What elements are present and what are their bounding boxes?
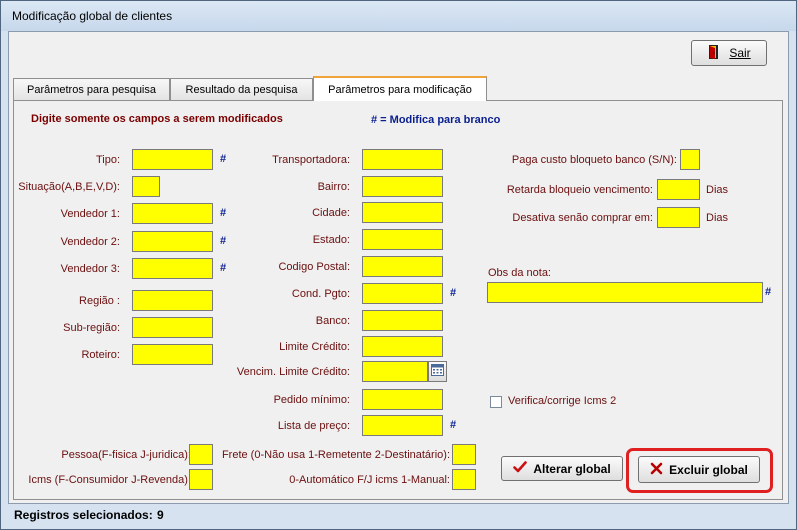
subregiao-label: Sub-região: bbox=[63, 322, 120, 334]
desativa-field[interactable] bbox=[657, 207, 700, 228]
bairro-field[interactable] bbox=[362, 176, 443, 197]
paga-custo-field[interactable] bbox=[680, 149, 700, 170]
transportadora-label: Transportadora: bbox=[272, 154, 350, 166]
pessoa-label: Pessoa(F-fisica J-juridica): bbox=[61, 449, 191, 461]
frete-field[interactable] bbox=[452, 444, 476, 465]
alterar-global-button[interactable]: Alterar global bbox=[501, 456, 623, 481]
obs-nota-field[interactable] bbox=[487, 282, 763, 303]
automatico-field[interactable] bbox=[452, 469, 476, 490]
vendedor2-label: Vendedor 2: bbox=[60, 236, 120, 248]
cond-pgto-field[interactable] bbox=[362, 283, 443, 304]
retarda-dias-label: Dias bbox=[706, 184, 729, 196]
tab-parametros-pesquisa[interactable]: Parâmetros para pesquisa bbox=[13, 78, 170, 100]
pedido-minimo-label: Pedido mínimo: bbox=[273, 394, 350, 406]
excluir-global-label: Excluir global bbox=[669, 462, 748, 477]
cidade-label: Cidade: bbox=[312, 207, 350, 219]
tab-label: Parâmetros para pesquisa bbox=[26, 83, 156, 96]
retarda-field[interactable] bbox=[657, 179, 700, 200]
x-delete-icon bbox=[650, 462, 663, 478]
obs-nota-label: Obs da nota: bbox=[488, 267, 551, 279]
registros-count: 9 bbox=[157, 508, 164, 522]
desativa-label: Desativa senão comprar em: bbox=[512, 212, 653, 224]
frete-label: Frete (0-Não usa 1-Remetente 2-Destinatá… bbox=[221, 449, 450, 461]
automatico-label: 0-Automático F/J icms 1-Manual: bbox=[289, 474, 450, 486]
cond-pgto-hash: # bbox=[450, 287, 457, 299]
subregiao-field[interactable] bbox=[132, 317, 213, 338]
door-exit-icon bbox=[707, 44, 723, 63]
tipo-hash: # bbox=[220, 153, 227, 165]
verifica-icms-label: Verifica/corrige Icms 2 bbox=[508, 395, 617, 407]
registros-label: Registros selecionados: bbox=[14, 508, 153, 522]
tab-label: Resultado da pesquisa bbox=[185, 83, 298, 96]
date-picker-button[interactable] bbox=[428, 361, 447, 382]
vendedor3-hash: # bbox=[220, 262, 227, 274]
title-bar: Modificação global de clientes bbox=[1, 1, 796, 31]
vendedor1-field[interactable] bbox=[132, 203, 213, 224]
estado-label: Estado: bbox=[312, 234, 350, 246]
tab-parametros-modificacao[interactable]: Parâmetros para modificação bbox=[313, 76, 487, 101]
hash-legend: # = Modifica para branco bbox=[371, 114, 501, 126]
vendedor2-field[interactable] bbox=[132, 231, 213, 252]
regiao-label: Região : bbox=[79, 295, 120, 307]
excluir-global-button[interactable]: Excluir global bbox=[638, 456, 760, 483]
roteiro-field[interactable] bbox=[132, 344, 213, 365]
situacao-label: Situação(A,B,E,V,D): bbox=[18, 181, 120, 193]
lista-preco-hash: # bbox=[450, 419, 457, 431]
banco-label: Banco: bbox=[315, 315, 350, 327]
status-bar: Registros selecionados: 9 bbox=[8, 505, 789, 525]
pedido-minimo-field[interactable] bbox=[362, 389, 443, 410]
transportadora-field[interactable] bbox=[362, 149, 443, 170]
vendedor2-hash: # bbox=[220, 235, 227, 247]
codigo-postal-field[interactable] bbox=[362, 256, 443, 277]
lista-preco-label: Lista de preço: bbox=[277, 420, 350, 432]
tipo-label: Tipo: bbox=[95, 154, 120, 166]
limite-credito-label: Limite Crédito: bbox=[279, 341, 350, 353]
check-icon bbox=[513, 460, 528, 477]
exit-button-label: Sair bbox=[729, 46, 751, 60]
regiao-field[interactable] bbox=[132, 290, 213, 311]
vendedor1-hash: # bbox=[220, 207, 227, 219]
vencim-limite-label: Vencim. Limite Crédito: bbox=[236, 366, 350, 378]
exit-button[interactable]: Sair bbox=[691, 40, 767, 66]
pessoa-field[interactable] bbox=[189, 444, 213, 465]
bairro-label: Bairro: bbox=[317, 181, 350, 193]
calendar-icon bbox=[431, 364, 444, 379]
alterar-global-label: Alterar global bbox=[533, 461, 611, 476]
window-client-area: Sair Parâmetros para pesquisa Resultado … bbox=[8, 31, 789, 504]
paga-custo-label: Paga custo bloqueto banco (S/N): bbox=[511, 154, 677, 166]
modification-panel: Digite somente os campos a serem modific… bbox=[13, 100, 783, 500]
vendedor3-label: Vendedor 3: bbox=[60, 263, 120, 275]
instruction-text: Digite somente os campos a serem modific… bbox=[31, 113, 283, 125]
icms-label: Icms (F-Consumidor J-Revenda): bbox=[28, 474, 191, 486]
banco-field[interactable] bbox=[362, 310, 443, 331]
tipo-field[interactable] bbox=[132, 149, 213, 170]
estado-field[interactable] bbox=[362, 229, 443, 250]
vencim-limite-field[interactable] bbox=[362, 361, 428, 382]
cond-pgto-label: Cond. Pgto: bbox=[291, 288, 350, 300]
icms-field[interactable] bbox=[189, 469, 213, 490]
codigo-postal-label: Codigo Postal: bbox=[278, 261, 350, 273]
limite-credito-field[interactable] bbox=[362, 336, 443, 357]
roteiro-label: Roteiro: bbox=[81, 349, 120, 361]
tab-resultado-pesquisa[interactable]: Resultado da pesquisa bbox=[170, 78, 313, 100]
desativa-dias-label: Dias bbox=[706, 212, 729, 224]
obs-nota-hash: # bbox=[765, 286, 772, 298]
vendedor1-label: Vendedor 1: bbox=[60, 208, 120, 220]
cidade-field[interactable] bbox=[362, 202, 443, 223]
vendedor3-field[interactable] bbox=[132, 258, 213, 279]
lista-preco-field[interactable] bbox=[362, 415, 443, 436]
verifica-icms-checkbox[interactable] bbox=[490, 396, 502, 408]
situacao-field[interactable] bbox=[132, 176, 160, 197]
window-title: Modificação global de clientes bbox=[12, 9, 173, 23]
window: Modificação global de clientes Sair Parâ… bbox=[0, 0, 797, 530]
retarda-label: Retarda bloqueio vencimento: bbox=[506, 184, 653, 196]
tab-label: Parâmetros para modificação bbox=[328, 83, 472, 96]
